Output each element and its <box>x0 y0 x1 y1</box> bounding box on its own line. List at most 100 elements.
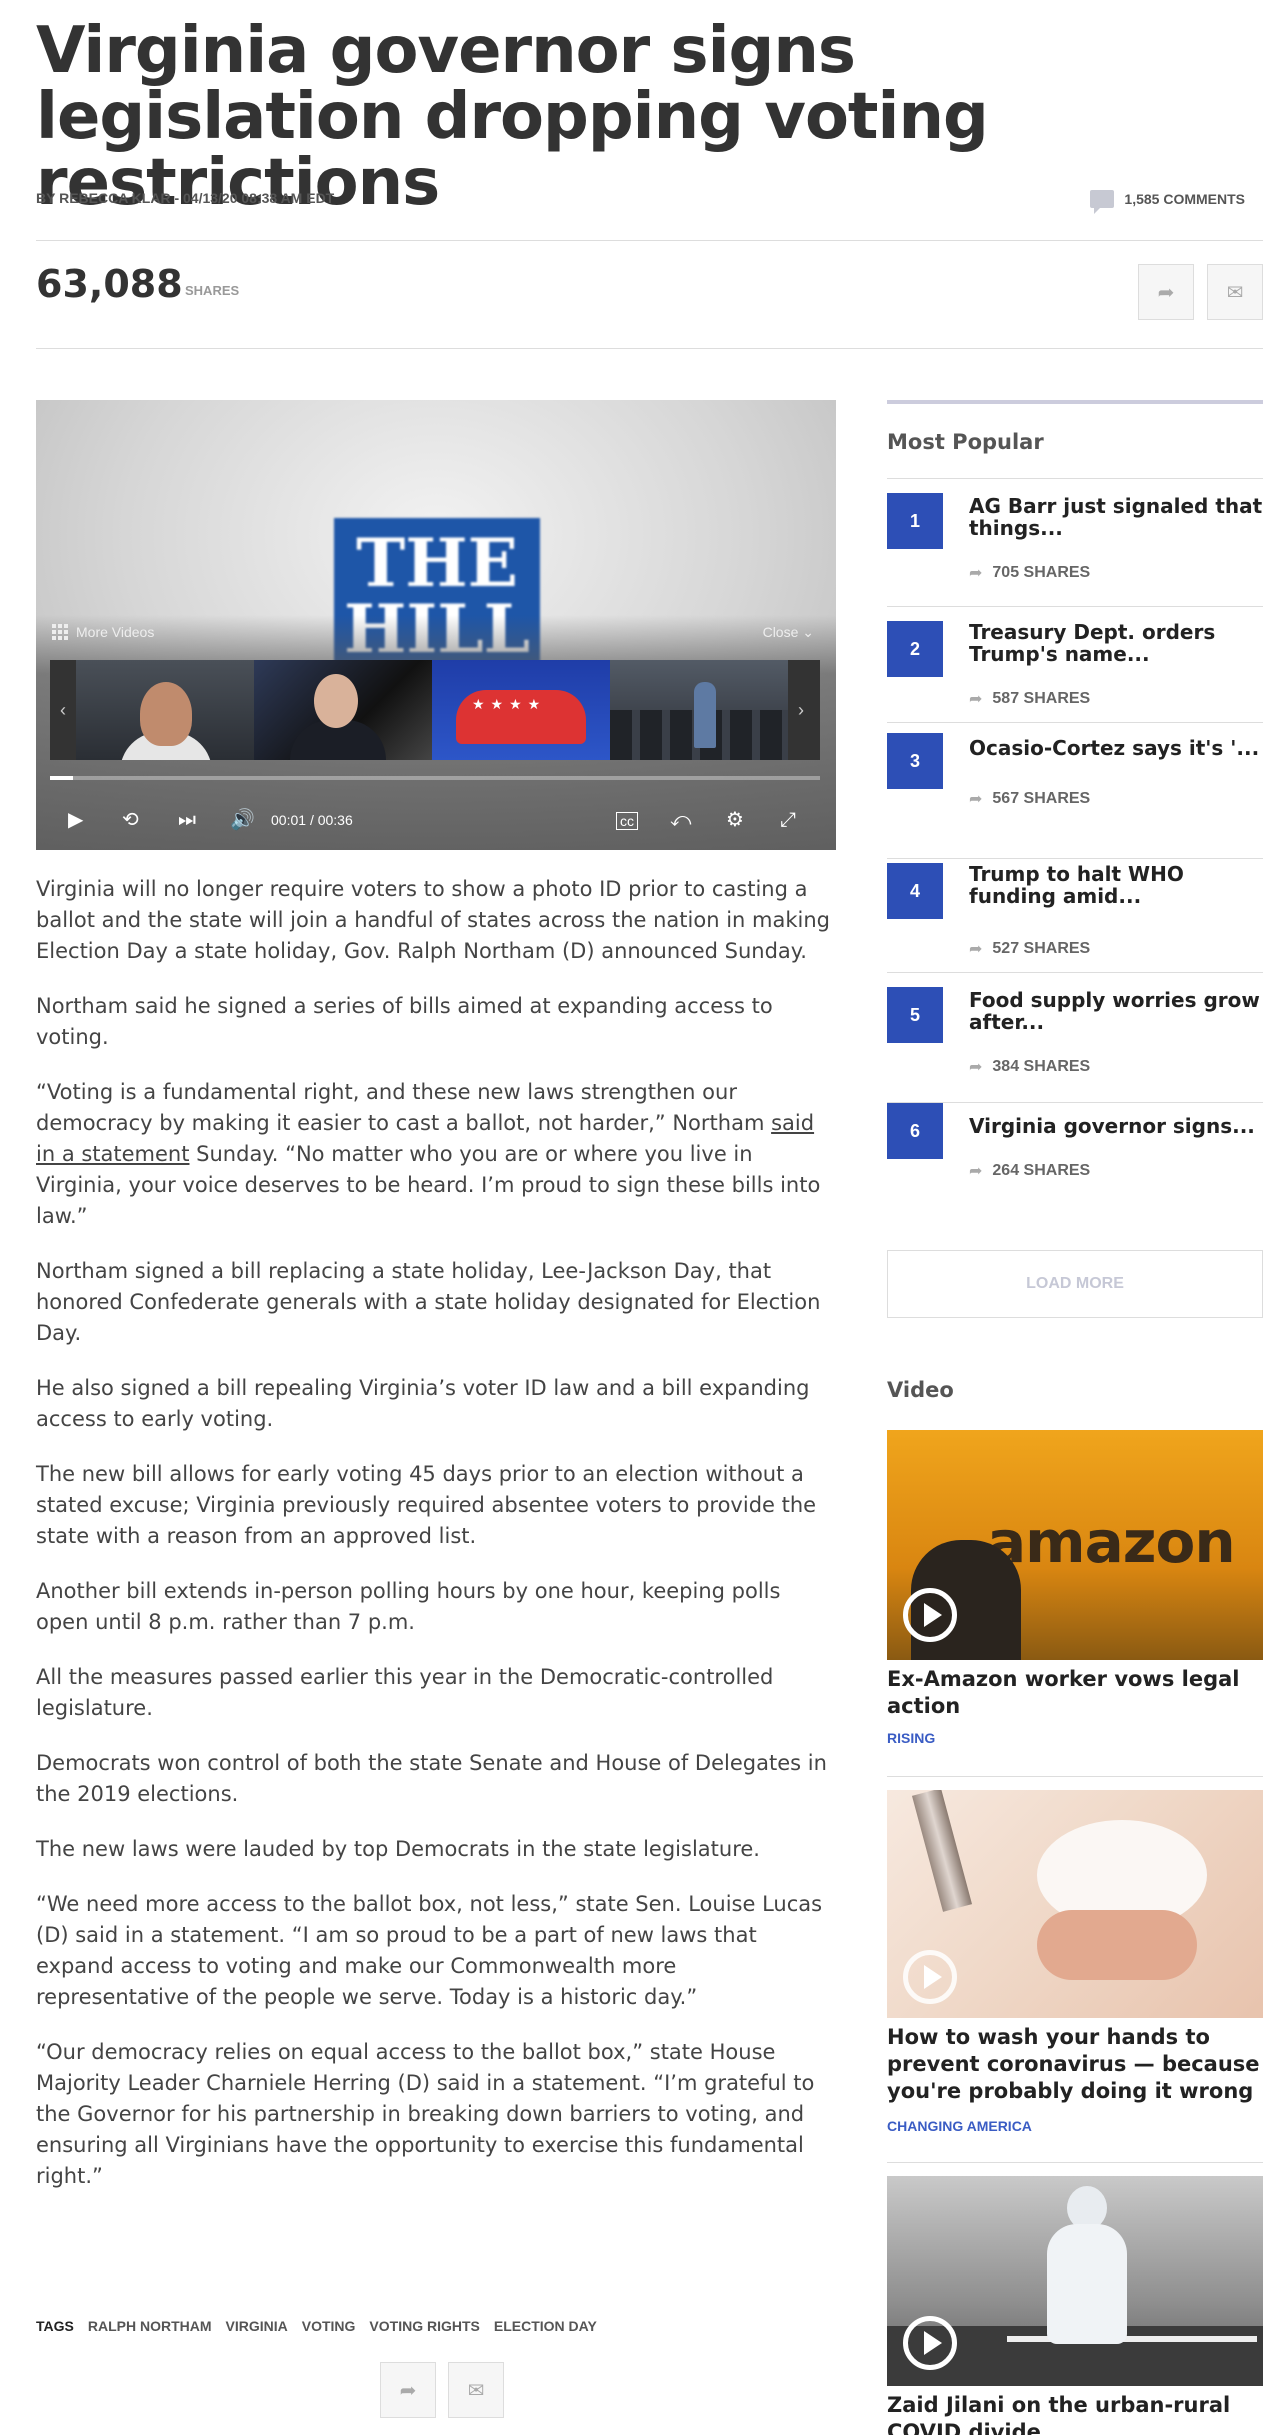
video-caption[interactable]: Zaid Jilani on the urban-rural COVID div… <box>887 2392 1263 2435</box>
popular-item[interactable]: 6 Virginia governor signs... ➦ 264 SHARES <box>887 1102 1263 1188</box>
popular-title[interactable]: Trump to halt WHO funding amid... <box>969 863 1263 907</box>
tag-link[interactable]: VOTING RIGHTS <box>369 2318 479 2334</box>
shares-count: 63,088 <box>36 262 183 306</box>
rank-badge: 6 <box>887 1103 943 1159</box>
comments-link[interactable]: 1,585 COMMENTS <box>1090 190 1245 214</box>
video-tag[interactable]: CHANGING AMERICA <box>887 2118 1032 2134</box>
video-thumbnail[interactable] <box>610 660 788 760</box>
video-section-title: Video <box>887 1378 954 1402</box>
share-arrow-icon: ➦ <box>399 2379 417 2402</box>
paragraph: Northam signed a bill replacing a state … <box>36 1259 821 1345</box>
shares-text: 384 SHARES <box>992 1058 1091 1075</box>
popular-title[interactable]: AG Barr just signaled that things... <box>969 495 1263 539</box>
grid-icon <box>52 624 68 640</box>
amazon-logo-text: amazon <box>987 1508 1236 1576</box>
video-thumbnail[interactable] <box>254 660 432 760</box>
share-button[interactable]: ➦ <box>1138 264 1194 320</box>
video-caption[interactable]: Ex-Amazon worker vows legal action <box>887 1666 1263 1720</box>
share-arrow-icon: ➦ <box>969 565 983 582</box>
video-thumbnail[interactable] <box>887 2176 1263 2386</box>
time-display: 00:01 / 00:36 <box>271 812 353 828</box>
email-button[interactable]: ✉ <box>1207 264 1263 320</box>
video-tag[interactable]: RISING <box>887 1730 935 1746</box>
more-videos-label[interactable]: More Videos <box>52 624 154 640</box>
popular-title[interactable]: Treasury Dept. orders Trump's name... <box>969 621 1263 665</box>
popular-shares: ➦ 567 SHARES <box>969 789 1090 809</box>
share-icon[interactable]: ⤺ <box>670 808 691 832</box>
popular-shares: ➦ 384 SHARES <box>969 1057 1090 1077</box>
play-circle-icon[interactable] <box>903 1950 957 2004</box>
video-thumbnail[interactable]: ★★★★ <box>432 660 610 760</box>
paragraph-quote: “Voting is a fundamental right, and thes… <box>36 1077 836 1232</box>
chevron-down-icon: ⌄ <box>802 624 814 640</box>
play-icon[interactable]: ▶ <box>68 808 83 832</box>
divider <box>36 240 1263 241</box>
volume-icon[interactable]: 🔊 <box>230 808 255 832</box>
paragraph: He also signed a bill repealing Virginia… <box>36 1376 810 1431</box>
play-circle-icon[interactable] <box>903 1588 957 1642</box>
sidebar: Most Popular 1 AG Barr just signaled tha… <box>887 400 1263 1188</box>
byline[interactable]: BY REBECCA KLAR - 04/13/20 08:38 AM EDT <box>36 190 334 206</box>
popular-item[interactable]: 5 Food supply worries grow after... ➦ 384… <box>887 972 1263 1102</box>
hazmat-suit-figure <box>1047 2224 1127 2344</box>
chevron-right-icon[interactable]: › <box>788 660 814 760</box>
close-more-videos[interactable]: Close ⌄ <box>763 624 814 641</box>
tag-link[interactable]: VIRGINIA <box>226 2318 288 2334</box>
video-thumbnail[interactable]: amazon <box>887 1430 1263 1660</box>
video-caption[interactable]: How to wash your hands to prevent corona… <box>887 2024 1263 2105</box>
time-total: 00:36 <box>317 812 353 828</box>
captions-icon[interactable]: cc <box>616 812 638 830</box>
share-arrow-icon: ➦ <box>969 1059 983 1076</box>
paragraph: “Our democracy relies on equal access to… <box>36 2040 815 2188</box>
paragraph: Another bill extends in-person polling h… <box>36 1579 781 1634</box>
divider <box>36 348 1263 349</box>
paragraph: Virginia will no longer require voters t… <box>36 877 830 963</box>
hands-shape <box>1037 1910 1197 1980</box>
shares-text: 705 SHARES <box>992 564 1091 581</box>
popular-item[interactable]: 3 Ocasio-Cortez says it's '... ➦ 567 SHAR… <box>887 722 1263 858</box>
video-player[interactable]: THE HILL More Videos Close ⌄ ‹ ★★★★ › ▶ … <box>36 400 836 850</box>
envelope-icon: ✉ <box>467 2379 485 2402</box>
divider <box>887 2162 1263 2163</box>
share-arrow-icon: ➦ <box>1157 281 1175 304</box>
popular-title[interactable]: Virginia governor signs... <box>969 1115 1263 1137</box>
fullscreen-icon[interactable]: ⤢ <box>780 808 796 832</box>
tag-link[interactable]: VOTING <box>302 2318 356 2334</box>
settings-gear-icon[interactable]: ⚙ <box>726 808 744 832</box>
skip-next-icon[interactable]: ⏭ <box>178 808 196 832</box>
shares-text: 527 SHARES <box>992 940 1091 957</box>
faucet-shape <box>911 1790 973 1912</box>
rank-badge: 3 <box>887 733 943 789</box>
popular-title[interactable]: Ocasio-Cortez says it's '... <box>969 737 1263 759</box>
progress-fill <box>50 776 74 780</box>
popular-item[interactable]: 1 AG Barr just signaled that things... ➦… <box>887 478 1263 606</box>
play-circle-icon[interactable] <box>903 2316 957 2370</box>
rewind-10-icon[interactable]: ⟲ <box>122 808 139 832</box>
paragraph: “We need more access to the ballot box, … <box>36 1892 823 2009</box>
time-separator: / <box>309 812 314 828</box>
paragraph: Democrats won control of both the state … <box>36 1751 827 1806</box>
popular-shares: ➦ 587 SHARES <box>969 689 1090 709</box>
close-text: Close <box>762 624 799 640</box>
tag-link[interactable]: RALPH NORTHAM <box>88 2318 212 2334</box>
time-current: 00:01 <box>271 812 307 828</box>
popular-shares: ➦ 264 SHARES <box>969 1161 1090 1181</box>
paragraph: Northam said he signed a series of bills… <box>36 994 773 1049</box>
tag-link[interactable]: ELECTION DAY <box>494 2318 597 2334</box>
popular-title[interactable]: Food supply worries grow after... <box>969 989 1263 1033</box>
sidebar-topbar <box>887 400 1263 404</box>
tags-list: TAGS RALPH NORTHAM VIRGINIA VOTING VOTIN… <box>36 2318 597 2334</box>
load-more-button[interactable]: LOAD MORE <box>887 1250 1263 1318</box>
popular-item[interactable]: 4 Trump to halt WHO funding amid... ➦ 527… <box>887 858 1263 972</box>
quote-text: “Voting is a fundamental right, and thes… <box>36 1080 772 1135</box>
video-thumbnail[interactable] <box>887 1790 1263 2018</box>
video-thumbnail[interactable] <box>76 660 254 760</box>
progress-bar[interactable] <box>50 776 820 780</box>
player-controls: ▶ ⟲ ⏭ 🔊 00:01 / 00:36 cc ⤺ ⚙ ⤢ <box>36 790 836 850</box>
popular-item[interactable]: 2 Treasury Dept. orders Trump's name... … <box>887 606 1263 722</box>
chevron-left-icon[interactable]: ‹ <box>50 660 76 760</box>
email-button-bottom[interactable]: ✉ <box>448 2362 504 2418</box>
share-button-bottom[interactable]: ➦ <box>380 2362 436 2418</box>
shares-text: 587 SHARES <box>992 690 1091 707</box>
shares-text: 567 SHARES <box>992 790 1091 807</box>
